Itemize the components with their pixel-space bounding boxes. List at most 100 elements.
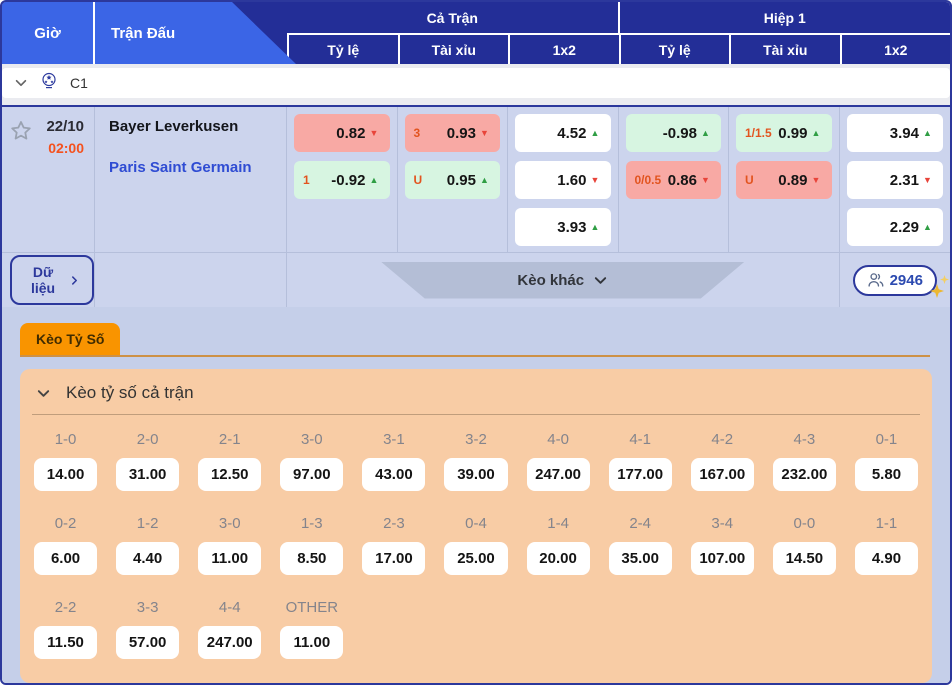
score-label: 4-2 [711, 431, 734, 448]
match-time-cell: 22/10 02:00 [2, 107, 95, 252]
viewers-badge[interactable]: 2946 [852, 264, 949, 298]
score-label: 3-1 [383, 431, 405, 448]
panel-title: Kèo tỷ số cả trận [66, 383, 194, 402]
odds-column-half-1x2: 3.94 ▲ 2.31 ▼ 2.29 ▲ [840, 107, 951, 252]
viewers-cell: 2946 [840, 253, 951, 307]
odds-cell[interactable]: 2.31 ▼ [846, 161, 943, 199]
score-odds-button[interactable]: 57.00 [116, 626, 180, 659]
score-label: 3-0 [300, 431, 323, 448]
subcolumn-label: 1x2 [552, 41, 576, 58]
odds-cell[interactable]: U 0.89 ▼ [736, 161, 832, 199]
handicap-label: U [413, 173, 423, 187]
favorite-star-icon[interactable] [9, 119, 33, 143]
score-odds-button[interactable]: 247.00 [198, 626, 262, 659]
score-item: 2-2 11.50 [34, 599, 98, 659]
column-group-full-match: Cả Trận [287, 2, 620, 33]
score-odds-button[interactable]: 6.00 [34, 542, 98, 575]
score-odds-button[interactable]: 5.80 [854, 458, 918, 491]
league-row[interactable]: C1 [2, 68, 950, 98]
panel-header[interactable]: Kèo tỷ số cả trận [20, 369, 932, 412]
score-item: 0-1 5.80 [854, 431, 918, 491]
score-item: 3-0 11.00 [198, 515, 262, 575]
tab-correct-score[interactable]: Kèo Tỷ Số [20, 323, 121, 355]
score-odds-button[interactable]: 107.00 [690, 542, 754, 575]
score-label: 0-4 [465, 515, 487, 532]
odds-column-full-overunder: 3 0.93 ▼ U 0.95 ▲ [398, 107, 508, 252]
score-odds-button[interactable]: 31.00 [116, 458, 180, 491]
subcolumn-header: Tài xỉu [729, 35, 840, 64]
betting-page: Giờ Trận Đấu Cả Trận Hiệp 1 Tỷ lệ Tài xỉ… [0, 0, 952, 685]
trend-icon: ▲ [590, 222, 600, 232]
match-teams-cell[interactable]: Bayer Leverkusen Paris Saint Germain [95, 107, 287, 252]
odds-column-half-handicap: -0.98 ▲ 0/0.5 0.86 ▼ [619, 107, 729, 252]
sparkle-icon [939, 271, 949, 288]
score-odds-button[interactable]: 247.00 [526, 458, 590, 491]
score-odds-button[interactable]: 12.50 [198, 458, 262, 491]
odds-cell[interactable]: 2.29 ▲ [846, 208, 943, 246]
score-odds-button[interactable]: 177.00 [608, 458, 672, 491]
subcolumn-label: Tài xỉu [431, 41, 476, 58]
score-odds-button[interactable]: 11.00 [198, 542, 262, 575]
odds-column-full-handicap: 0.82 ▼ 1 -0.92 ▲ [287, 107, 398, 252]
score-odds-button[interactable]: 11.00 [280, 626, 344, 659]
score-odds-button[interactable]: 97.00 [280, 458, 344, 491]
odds-cell[interactable]: 1.60 ▼ [515, 161, 611, 199]
odds-column-full-1x2: 4.52 ▲ 1.60 ▼ 3.93 ▲ [508, 107, 619, 252]
trend-icon: ▲ [811, 128, 821, 138]
score-label: 0-1 [875, 431, 898, 448]
handicap-label: 1/1.5 [745, 126, 772, 140]
subcolumn-label: Tỷ lệ [327, 41, 360, 58]
score-item: 3-1 43.00 [362, 431, 426, 491]
score-grid-row-2: 0-2 6.00 1-2 4.40 3-0 11.00 1-3 8.50 2-3… [20, 511, 932, 579]
score-odds-button[interactable]: 11.50 [34, 626, 98, 659]
odds-cell[interactable]: U 0.95 ▲ [404, 161, 500, 199]
data-button[interactable]: Dữ liệu [10, 255, 94, 305]
chevron-down-icon [593, 273, 608, 288]
odds-value: 1.60 [557, 171, 587, 189]
more-odds-button[interactable]: Kèo khác [381, 262, 745, 299]
score-label: 0-2 [54, 515, 77, 532]
score-item: 4-0 247.00 [526, 431, 590, 491]
score-odds-button[interactable]: 39.00 [444, 458, 508, 491]
score-item: 0-4 25.00 [444, 515, 508, 575]
score-odds-button[interactable]: 25.00 [444, 542, 508, 575]
trend-icon: ▼ [923, 175, 932, 185]
score-odds-button[interactable]: 43.00 [362, 458, 426, 491]
odds-cell[interactable]: 1/1.5 0.99 ▲ [736, 114, 832, 152]
odds-cell[interactable]: 4.52 ▲ [515, 114, 611, 152]
score-odds-button[interactable]: 4.90 [854, 542, 918, 575]
score-odds-button[interactable]: 4.40 [116, 542, 180, 575]
odds-cell[interactable]: 3 0.93 ▼ [404, 114, 500, 152]
score-odds-button[interactable]: 167.00 [690, 458, 754, 491]
header-tab[interactable]: Giờ [2, 2, 95, 64]
header-tab-label: Trận Đấu [111, 24, 176, 42]
match-row: 22/10 02:00 Bayer Leverkusen Paris Saint… [2, 107, 950, 252]
odds-cell[interactable]: 0.82 ▼ [294, 114, 390, 152]
odds-value: -0.92 [331, 171, 366, 189]
score-odds-button[interactable]: 35.00 [608, 542, 672, 575]
odds-cell[interactable]: 3.93 ▲ [515, 208, 611, 246]
trend-icon: ▼ [590, 175, 600, 185]
score-label: 3-0 [218, 515, 241, 532]
odds-cell[interactable]: -0.98 ▲ [625, 114, 721, 152]
odds-cell[interactable]: 3.94 ▲ [846, 114, 943, 152]
odds-cell[interactable]: 1 -0.92 ▲ [294, 161, 390, 199]
chevron-down-icon[interactable] [14, 76, 28, 90]
score-odds-button[interactable]: 14.50 [772, 542, 836, 575]
score-label: 2-0 [136, 431, 159, 448]
score-odds-button[interactable]: 20.00 [526, 542, 590, 575]
score-odds-button[interactable]: 17.00 [362, 542, 426, 575]
header-tab[interactable]: Trận Đấu [95, 2, 296, 64]
score-odds-button[interactable]: 14.00 [34, 458, 98, 491]
panel-separator [32, 414, 920, 415]
handicap-label: 3 [413, 126, 421, 140]
score-odds-button[interactable]: 232.00 [772, 458, 836, 491]
odds-value: 0.99 [778, 124, 808, 142]
header-tabs: Giờ Trận Đấu [2, 2, 296, 64]
score-item: 4-1 177.00 [608, 431, 672, 491]
score-odds-button[interactable]: 8.50 [280, 542, 344, 575]
score-item: OTHER 11.00 [280, 599, 344, 659]
trend-icon: ▼ [701, 175, 710, 185]
odds-cell[interactable]: 0/0.5 0.86 ▼ [625, 161, 721, 199]
away-team-name: Paris Saint Germain [109, 159, 252, 176]
